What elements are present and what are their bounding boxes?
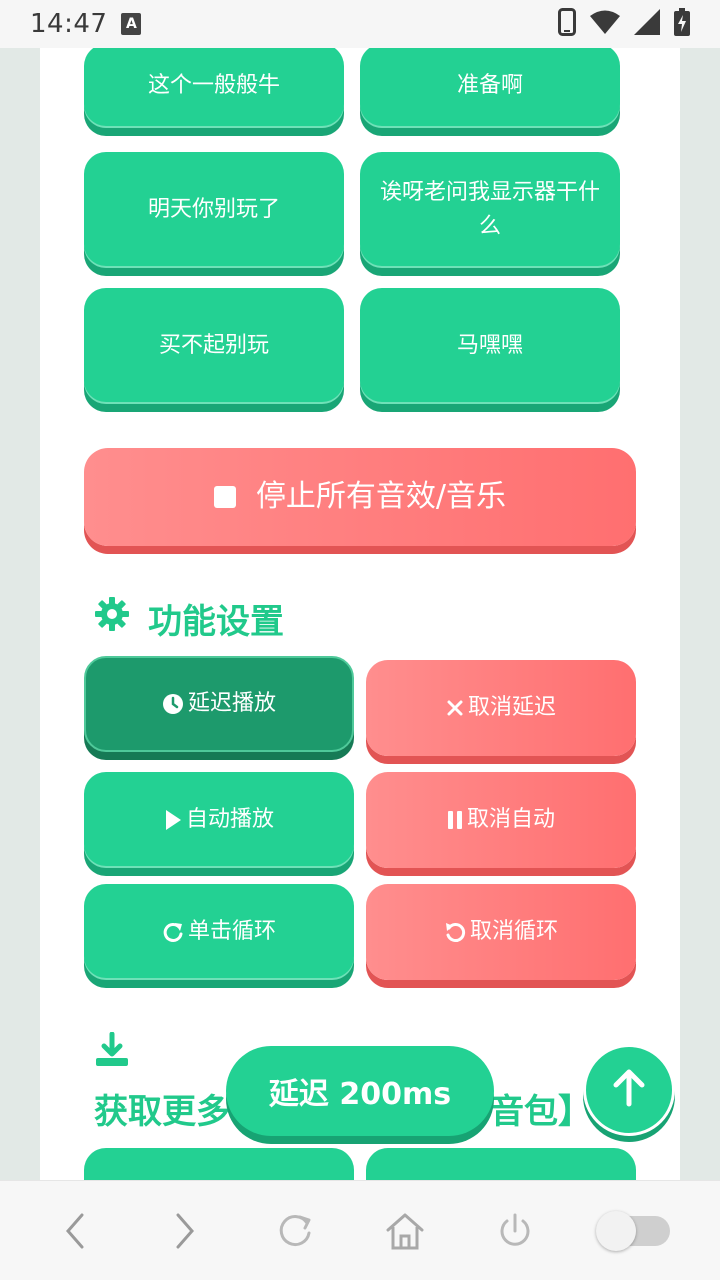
home-icon <box>386 1213 424 1249</box>
sound-button[interactable]: 准备啊 <box>360 48 620 128</box>
toggle-switch[interactable] <box>596 1210 670 1251</box>
undo-icon <box>444 921 466 943</box>
status-time: 14:47 <box>30 9 108 39</box>
sound-button-label: 明天你别玩了 <box>147 197 280 222</box>
power-button[interactable] <box>485 1201 545 1261</box>
sound-button-label: 诶呀老问我显示器干什么 <box>379 180 600 239</box>
chevron-right-icon <box>176 1213 194 1248</box>
cancel-loop-label: 取消循环 <box>469 919 558 944</box>
auto-play-button[interactable]: 自动播放 <box>84 772 354 868</box>
wifi-icon <box>590 9 620 39</box>
sound-button[interactable]: 明天你别玩了 <box>84 152 344 268</box>
toggle-knob <box>596 1210 636 1251</box>
cancel-delay-button[interactable]: 取消延迟 <box>366 660 636 756</box>
delay-status-pill[interactable]: 延迟 200ms <box>226 1046 494 1136</box>
sound-button[interactable]: 这个一般般牛 <box>84 48 344 128</box>
download-icon <box>94 1031 130 1072</box>
signal-icon <box>634 9 660 39</box>
mode-toggle[interactable] <box>595 1201 675 1261</box>
arrow-up-icon <box>611 1068 647 1112</box>
battery-charging-icon <box>674 8 690 40</box>
clock-icon <box>162 693 184 715</box>
delay-play-button[interactable]: 延迟播放 <box>84 656 354 752</box>
forward-button[interactable] <box>155 1201 215 1261</box>
play-icon <box>164 809 182 831</box>
click-loop-label: 单击循环 <box>187 919 276 944</box>
accessibility-badge-icon: A <box>121 13 142 35</box>
sound-button[interactable]: 马嘿嘿 <box>360 288 620 404</box>
sound-button-label: 这个一般般牛 <box>147 73 280 98</box>
settings-section-title: 功能设置 <box>94 594 284 643</box>
content-card: 这个一般般牛 准备啊 明天你别玩了 诶呀老问我显示器干什么 买不起别玩 马嘿嘿 … <box>40 48 680 1180</box>
reload-button[interactable] <box>265 1201 325 1261</box>
cancel-loop-button[interactable]: 取消循环 <box>366 884 636 980</box>
redo-icon <box>162 921 184 943</box>
click-loop-button[interactable]: 单击循环 <box>84 884 354 980</box>
stop-all-button[interactable]: 停止所有音效/音乐 <box>84 448 636 546</box>
cancel-auto-button[interactable]: 取消自动 <box>366 772 636 868</box>
sound-button-label: 买不起别玩 <box>158 333 269 358</box>
sound-button-label: 准备啊 <box>456 73 523 98</box>
pause-icon <box>447 810 463 830</box>
auto-play-label: 自动播放 <box>185 807 274 832</box>
power-icon <box>500 1213 530 1246</box>
sound-button[interactable]: 买不起别玩 <box>84 288 344 404</box>
sound-button[interactable]: 诶呀老问我显示器干什么 <box>360 152 620 268</box>
scroll-top-button[interactable] <box>583 1044 675 1136</box>
pack-button[interactable] <box>84 1148 354 1180</box>
close-icon <box>446 699 464 717</box>
browser-nav-bar <box>0 1180 720 1280</box>
cancel-auto-label: 取消自动 <box>466 807 555 832</box>
pack-button[interactable] <box>366 1148 636 1180</box>
more-title-left: 获取更多 <box>94 1092 230 1132</box>
cancel-delay-label: 取消延迟 <box>467 695 556 720</box>
back-button[interactable] <box>45 1201 105 1261</box>
phone-icon <box>558 8 576 40</box>
gear-icon <box>94 596 130 641</box>
delay-play-label: 延迟播放 <box>187 691 276 716</box>
delay-status-label: 延迟 200ms <box>268 1077 452 1112</box>
home-button[interactable] <box>375 1201 435 1261</box>
more-title-right: 音包】 <box>490 1092 592 1132</box>
stop-icon <box>213 486 236 508</box>
stop-all-label: 停止所有音效/音乐 <box>255 479 507 514</box>
settings-title-text: 功能设置 <box>148 602 284 642</box>
status-bar: 14:47 A <box>0 0 720 48</box>
reload-icon <box>279 1214 311 1246</box>
chevron-left-icon <box>66 1213 84 1248</box>
sound-button-label: 马嘿嘿 <box>456 333 523 358</box>
